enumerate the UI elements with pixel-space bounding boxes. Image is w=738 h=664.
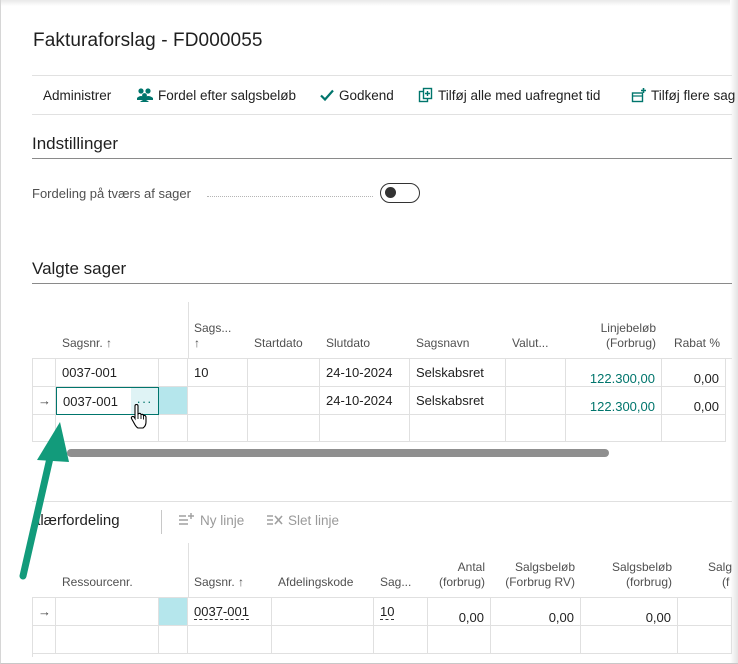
fakturaforslag-page: Fakturaforslag - FD000055 Administrer Fo…	[0, 0, 738, 664]
annotation-arrow-icon	[19, 422, 69, 580]
